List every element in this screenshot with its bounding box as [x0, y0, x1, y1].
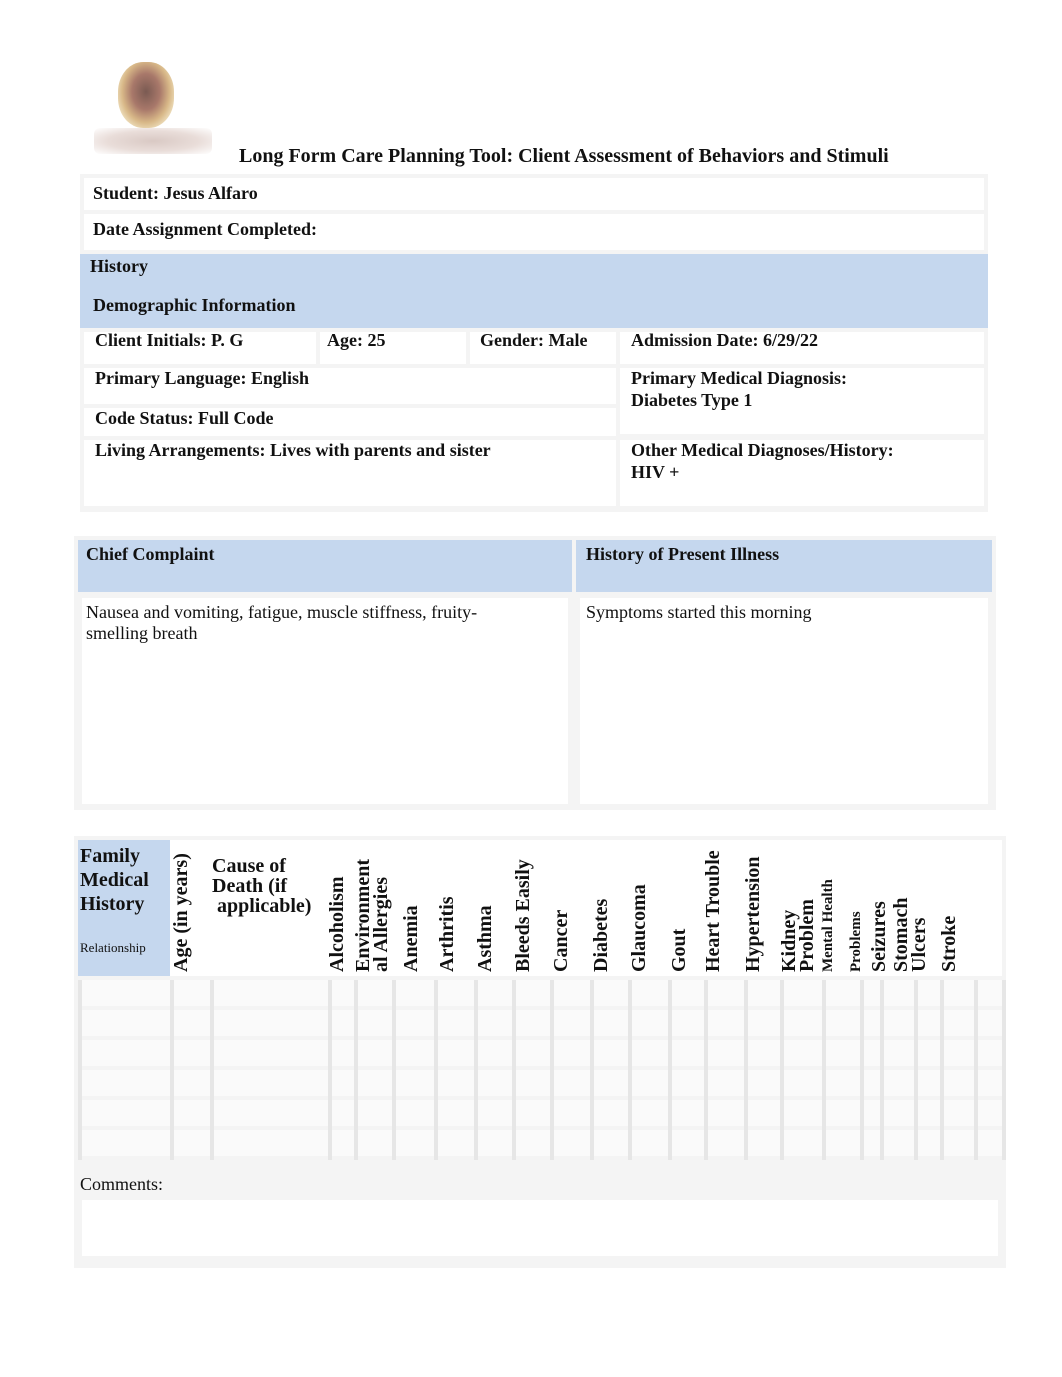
grid-divider — [210, 980, 214, 1160]
primary-diagnosis-cell: Primary Medical Diagnosis: Diabetes Type… — [620, 368, 984, 434]
grid-divider — [880, 980, 884, 1160]
gender-cell: Gender: Male — [470, 330, 616, 364]
condition-header: Glaucoma — [628, 884, 650, 972]
grid-divider — [628, 980, 632, 1160]
grid-divider — [668, 980, 672, 1160]
code-status-cell: Code Status: Full Code — [84, 408, 616, 436]
primary-diagnosis-label: Primary Medical Diagnosis: — [631, 368, 847, 388]
relationship-label: Relationship — [80, 940, 146, 955]
cause-line2: Death (if — [212, 875, 287, 897]
grid-divider — [590, 980, 594, 1160]
client-gender: Gender: Male — [480, 330, 588, 350]
client-initials: Client Initials: P. G — [95, 330, 244, 350]
condition-header: Problems — [848, 911, 864, 972]
present-illness-body[interactable]: Symptoms started this morning — [580, 598, 988, 804]
date-completed-row: Date Assignment Completed: — [84, 214, 984, 250]
grid-divider — [940, 980, 944, 1160]
family-medical-history-table: Family Medical History Relationship Age … — [74, 836, 1006, 1268]
logo-banner — [94, 128, 212, 154]
cause-line3: applicable) — [212, 895, 312, 917]
age-column-header: Age (in years) — [170, 853, 192, 972]
condition-header: Kidney Problem — [778, 899, 818, 972]
fmh-title: Family Medical History — [80, 844, 149, 916]
condition-header: Mental Health — [820, 879, 836, 972]
grid-divider — [1002, 980, 1006, 1160]
cause-line1: Cause of — [212, 855, 286, 877]
present-illness-value: Symptoms started this morning — [586, 602, 812, 622]
fmh-title-line2: Medical — [80, 869, 149, 891]
admission-date: Admission Date: 6/29/22 — [631, 330, 819, 350]
complaint-section: Chief Complaint History of Present Illne… — [74, 536, 996, 810]
cause-of-death-header: Cause of Death (if applicable) — [212, 856, 311, 916]
fmh-title-cell: Family Medical History Relationship — [78, 840, 170, 976]
condition-header: Seizures — [868, 901, 890, 972]
grid-divider — [822, 980, 826, 1160]
condition-header: Diabetes — [590, 898, 612, 972]
client-age: Age: 25 — [327, 330, 386, 350]
chief-complaint-label: Chief Complaint — [86, 544, 215, 564]
history-label: History — [90, 256, 148, 276]
condition-header: Stomach Ulcers — [890, 897, 930, 972]
history-header: History Demographic Information — [80, 254, 988, 328]
code-status: Code Status: Full Code — [95, 408, 274, 428]
client-initials-cell: Client Initials: P. G — [84, 330, 316, 364]
present-illness-header: History of Present Illness — [576, 540, 992, 592]
other-diagnoses-cell: Other Medical Diagnoses/History: HIV + — [620, 440, 984, 506]
condition-header: Anemia — [400, 905, 422, 972]
comments-label: Comments: — [80, 1174, 164, 1194]
condition-header: Arthritis — [436, 896, 458, 972]
grid-divider — [474, 980, 478, 1160]
other-diagnoses-label: Other Medical Diagnoses/History: — [631, 440, 894, 460]
grid-divider — [354, 980, 358, 1160]
demographic-info-label: Demographic Information — [93, 295, 296, 315]
student-row: Student: Jesus Alfaro — [84, 178, 984, 210]
condition-header: Bleeds Easily — [512, 859, 534, 972]
present-illness-label: History of Present Illness — [586, 544, 780, 564]
comments-input[interactable] — [82, 1200, 998, 1256]
chief-complaint-line1: Nausea and vomiting, fatigue, muscle sti… — [86, 602, 478, 622]
date-completed-field[interactable]: Date Assignment Completed: — [93, 219, 317, 240]
condition-header: Hypertension — [742, 856, 764, 972]
grid-divider — [550, 980, 554, 1160]
age-cell: Age: 25 — [320, 330, 466, 364]
grid-divider — [780, 980, 784, 1160]
condition-header: Cancer — [550, 909, 572, 972]
school-crest-logo — [92, 58, 214, 158]
grid-divider — [434, 980, 438, 1160]
living-arrangements-cell: Living Arrangements: Lives with parents … — [84, 440, 616, 506]
page-title: Long Form Care Planning Tool: Client Ass… — [239, 145, 889, 167]
grid-divider — [974, 980, 978, 1160]
grid-divider — [78, 980, 82, 1160]
other-diagnoses-value: HIV + — [631, 462, 680, 482]
chief-complaint-line2: smelling breath — [86, 623, 198, 643]
grid-divider — [860, 980, 864, 1160]
condition-header: Heart Trouble — [702, 850, 724, 972]
admission-date-cell: Admission Date: 6/29/22 — [620, 330, 984, 364]
fmh-title-line1: Family — [80, 845, 140, 867]
crest-icon — [118, 62, 174, 128]
grid-divider — [392, 980, 396, 1160]
grid-divider — [328, 980, 332, 1160]
grid-divider — [914, 980, 918, 1160]
demographics-section: Student: Jesus Alfaro Date Assignment Co… — [80, 174, 988, 512]
primary-diagnosis-value: Diabetes Type 1 — [631, 390, 753, 410]
condition-header: Alcoholism — [326, 876, 348, 972]
fmh-title-line3: History — [80, 893, 145, 915]
condition-header: Stroke — [938, 915, 960, 972]
primary-language: Primary Language: English — [95, 368, 310, 388]
grid-divider — [744, 980, 748, 1160]
chief-complaint-body[interactable]: Nausea and vomiting, fatigue, muscle sti… — [82, 598, 568, 804]
primary-language-cell: Primary Language: English — [84, 368, 616, 404]
living-arrangements: Living Arrangements: Lives with parents … — [95, 440, 491, 460]
grid-divider — [170, 980, 174, 1160]
grid-divider — [512, 980, 516, 1160]
student-name: Student: Jesus Alfaro — [93, 183, 258, 203]
grid-divider — [704, 980, 708, 1160]
condition-header: Gout — [668, 928, 690, 972]
condition-header: Asthma — [474, 905, 496, 972]
condition-header: Environment al Allergies — [352, 859, 392, 972]
chief-complaint-header: Chief Complaint — [78, 540, 572, 592]
